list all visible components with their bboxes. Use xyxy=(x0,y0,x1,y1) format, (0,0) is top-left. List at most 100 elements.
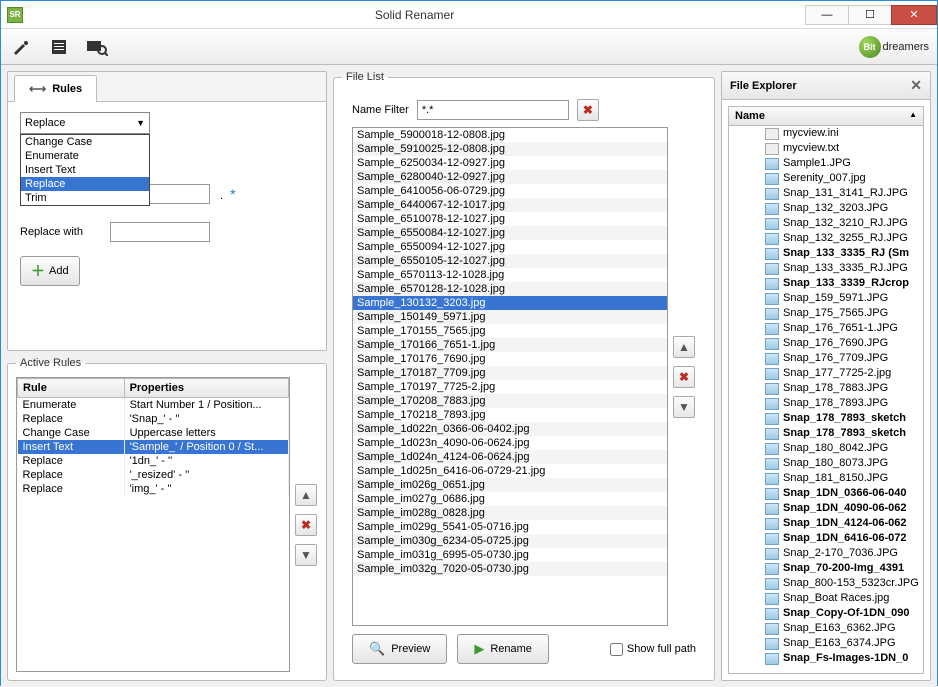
explorer-item[interactable]: Snap_178_7893_sketch xyxy=(729,411,923,426)
explorer-column-header[interactable]: Name ▲ xyxy=(728,106,924,126)
explorer-item[interactable]: Snap_E163_6362.JPG xyxy=(729,621,923,636)
list-item[interactable]: Sample_im026g_0651.jpg xyxy=(353,478,667,492)
explorer-item[interactable]: Snap_178_7893.JPG xyxy=(729,396,923,411)
list-item[interactable]: Sample_6410056-06-0729.jpg xyxy=(353,184,667,198)
list-item[interactable]: Sample_170197_7725-2.jpg xyxy=(353,380,667,394)
rule-type-dropdown-list[interactable]: Change CaseEnumerateInsert TextReplaceTr… xyxy=(20,134,150,206)
list-item[interactable]: Sample_1d024n_4124-06-0624.jpg xyxy=(353,450,667,464)
settings-icon[interactable] xyxy=(9,35,33,59)
preview-icon[interactable] xyxy=(85,35,109,59)
list-item[interactable]: Sample_im027g_0686.jpg xyxy=(353,492,667,506)
table-row[interactable]: Replace'Snap_' - '' xyxy=(18,412,289,426)
explorer-item[interactable]: Snap_70-200-Img_4391 xyxy=(729,561,923,576)
table-row[interactable]: Replace'img_' - '' xyxy=(18,482,289,496)
minimize-button[interactable]: — xyxy=(805,5,849,25)
list-item[interactable]: Sample_5910025-12-0808.jpg xyxy=(353,142,667,156)
explorer-item[interactable]: Snap_131_3141_RJ.JPG xyxy=(729,186,923,201)
explorer-item[interactable]: Snap_E163_6374.JPG xyxy=(729,636,923,651)
explorer-item[interactable]: Snap_1DN_4124-06-062 xyxy=(729,516,923,531)
explorer-item[interactable]: Snap_176_7651-1.JPG xyxy=(729,321,923,336)
name-filter-input[interactable] xyxy=(417,100,569,120)
explorer-item[interactable]: Snap_177_7725-2.jpg xyxy=(729,366,923,381)
explorer-item[interactable]: Snap_133_3335_RJ.JPG xyxy=(729,261,923,276)
file-remove-button[interactable]: ✖ xyxy=(673,366,695,388)
explorer-item[interactable]: Snap_178_7883.JPG xyxy=(729,381,923,396)
show-full-path-input[interactable] xyxy=(610,643,623,656)
list-item[interactable]: Sample_6550105-12-1027.jpg xyxy=(353,254,667,268)
table-row[interactable]: Change CaseUppercase letters xyxy=(18,426,289,440)
table-row[interactable]: Insert Text'Sample_' / Position 0 / St..… xyxy=(18,440,289,454)
list-item[interactable]: Sample_170155_7565.jpg xyxy=(353,324,667,338)
explorer-item[interactable]: Snap_133_3335_RJ (Sm xyxy=(729,246,923,261)
explorer-item[interactable]: Snap_176_7690.JPG xyxy=(729,336,923,351)
list-item[interactable]: Sample_im032g_7020-05-0730.jpg xyxy=(353,562,667,576)
list-item[interactable]: Sample_6250034-12-0927.jpg xyxy=(353,156,667,170)
rename-button[interactable]: ▶ Rename xyxy=(457,634,549,664)
explorer-item[interactable]: Snap_181_8150.JPG xyxy=(729,471,923,486)
list-item[interactable]: Sample_1d023n_4090-06-0624.jpg xyxy=(353,436,667,450)
col-properties[interactable]: Properties xyxy=(124,379,288,398)
explorer-item[interactable]: Sample1.JPG xyxy=(729,156,923,171)
explorer-item[interactable]: Serenity_007.jpg xyxy=(729,171,923,186)
preview-button[interactable]: 🔍 Preview xyxy=(352,634,447,664)
explorer-item[interactable]: Snap_180_8073.JPG xyxy=(729,456,923,471)
explorer-item[interactable]: Snap_175_7565.JPG xyxy=(729,306,923,321)
maximize-button[interactable]: ☐ xyxy=(848,5,892,25)
list-item[interactable]: Sample_im028g_0828.jpg xyxy=(353,506,667,520)
delete-rule-button[interactable]: ✖ xyxy=(295,514,317,536)
list-item[interactable]: Sample_im031g_6995-05-0730.jpg xyxy=(353,548,667,562)
list-item[interactable]: Sample_6280040-12-0927.jpg xyxy=(353,170,667,184)
dropdown-option[interactable]: Insert Text xyxy=(21,163,149,177)
explorer-item[interactable]: Snap_132_3203.JPG xyxy=(729,201,923,216)
add-button[interactable]: ＋ Add xyxy=(20,256,80,286)
list-item[interactable]: Sample_im030g_6234-05-0725.jpg xyxy=(353,534,667,548)
explorer-item[interactable]: mycview.txt xyxy=(729,141,923,156)
list-item[interactable]: Sample_170166_7651-1.jpg xyxy=(353,338,667,352)
move-down-button[interactable]: ▼ xyxy=(295,544,317,566)
close-explorer-button[interactable]: ✕ xyxy=(910,77,922,94)
list-item[interactable]: Sample_6550084-12-1027.jpg xyxy=(353,226,667,240)
list-item[interactable]: Sample_1d025n_6416-06-0729-21.jpg xyxy=(353,464,667,478)
rule-type-dropdown[interactable]: Replace ▼ xyxy=(20,112,150,134)
dropdown-option[interactable]: Enumerate xyxy=(21,149,149,163)
table-row[interactable]: Replace'_resized' - '' xyxy=(18,468,289,482)
explorer-item[interactable]: Snap_Copy-Of-1DN_090 xyxy=(729,606,923,621)
list-item[interactable]: Sample_170176_7690.jpg xyxy=(353,352,667,366)
list-item[interactable]: Sample_im029g_5541-05-0716.jpg xyxy=(353,520,667,534)
table-row[interactable]: Replace'1dn_' - '' xyxy=(18,454,289,468)
explorer-item[interactable]: Snap_1DN_4090-06-062 xyxy=(729,501,923,516)
explorer-item[interactable]: Snap_132_3210_RJ.JPG xyxy=(729,216,923,231)
list-item[interactable]: Sample_150149_5971.jpg xyxy=(353,310,667,324)
list-item[interactable]: Sample_6570113-12-1028.jpg xyxy=(353,268,667,282)
explorer-item[interactable]: Snap_800-153_5323cr.JPG xyxy=(729,576,923,591)
move-up-button[interactable]: ▲ xyxy=(295,484,317,506)
close-button[interactable]: ✕ xyxy=(891,5,937,25)
dropdown-option[interactable]: Change Case xyxy=(21,135,149,149)
list-item[interactable]: Sample_170187_7709.jpg xyxy=(353,366,667,380)
active-rules-table[interactable]: Rule Properties EnumerateStart Number 1 … xyxy=(16,377,290,672)
list-item[interactable]: Sample_6510078-12-1027.jpg xyxy=(353,212,667,226)
explorer-item[interactable]: Snap_180_8042.JPG xyxy=(729,441,923,456)
list-item[interactable]: Sample_6550094-12-1027.jpg xyxy=(353,240,667,254)
explorer-item[interactable]: Snap_159_5971.JPG xyxy=(729,291,923,306)
list-item[interactable]: Sample_5900018-12-0808.jpg xyxy=(353,128,667,142)
file-list[interactable]: Sample_5900018-12-0808.jpgSample_5910025… xyxy=(352,127,668,626)
list-item[interactable]: Sample_130132_3203.jpg xyxy=(353,296,667,310)
list-item[interactable]: Sample_6440067-12-1017.jpg xyxy=(353,198,667,212)
list-item[interactable]: Sample_1d022n_0366-06-0402.jpg xyxy=(353,422,667,436)
file-move-down-button[interactable]: ▼ xyxy=(673,396,695,418)
explorer-item[interactable]: Snap_2-170_7036.JPG xyxy=(729,546,923,561)
dropdown-option[interactable]: Trim xyxy=(21,191,149,205)
dropdown-option[interactable]: Replace xyxy=(21,177,149,191)
explorer-item[interactable]: mycview.ini xyxy=(729,126,923,141)
explorer-item[interactable]: Snap_178_7893_sketch xyxy=(729,426,923,441)
explorer-tree[interactable]: mycview.inimycview.txtSample1.JPGSerenit… xyxy=(728,126,924,674)
replace-with-input[interactable] xyxy=(110,222,210,242)
file-move-up-button[interactable]: ▲ xyxy=(673,336,695,358)
explorer-item[interactable]: Snap_Boat Races.jpg xyxy=(729,591,923,606)
explorer-item[interactable]: Snap_1DN_0366-06-040 xyxy=(729,486,923,501)
list-item[interactable]: Sample_170218_7893.jpg xyxy=(353,408,667,422)
list-item[interactable]: Sample_170208_7883.jpg xyxy=(353,394,667,408)
table-row[interactable]: EnumerateStart Number 1 / Position... xyxy=(18,398,289,413)
tab-rules[interactable]: ⟷ Rules xyxy=(14,75,97,102)
